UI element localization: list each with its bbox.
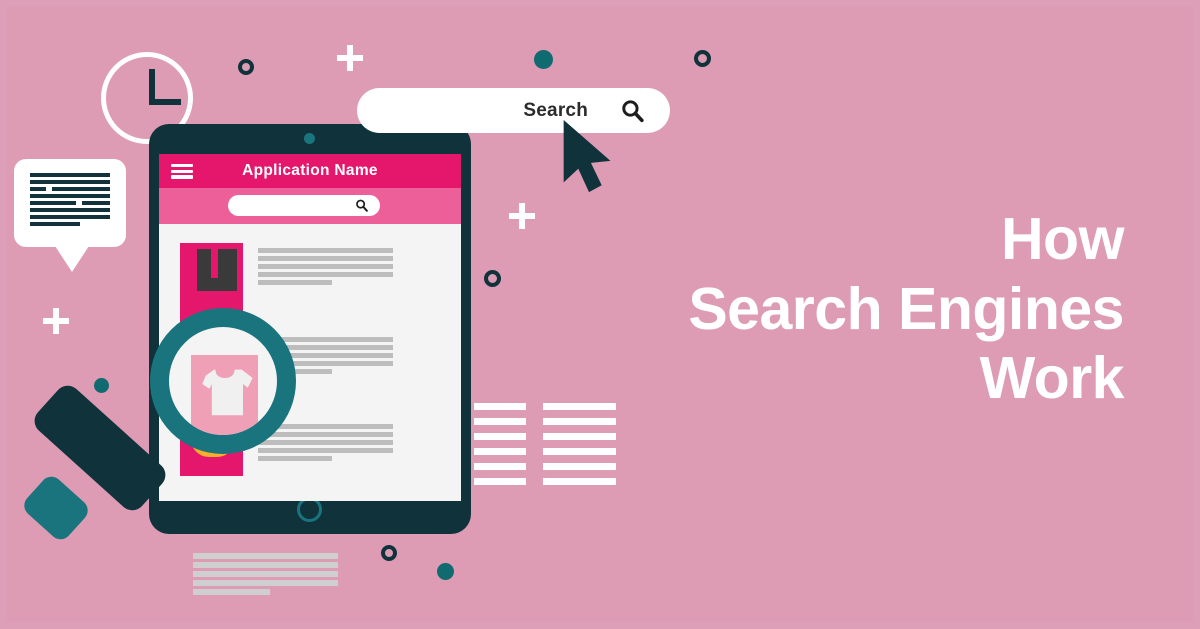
- search-bar[interactable]: Search: [357, 88, 670, 133]
- decor-dot-ring: [381, 545, 397, 561]
- decor-dot-ring: [484, 270, 501, 287]
- result-text-block: [258, 248, 393, 288]
- dark-shirt-notch: [211, 249, 218, 278]
- magnified-tshirt-icon: [202, 369, 253, 416]
- side-bar-column: [543, 403, 616, 501]
- app-search-band: [159, 188, 461, 224]
- decor-plus-icon: [337, 45, 363, 71]
- decor-plus-icon: [509, 203, 535, 229]
- decor-plus-icon: [43, 308, 69, 334]
- decor-dot-ring: [694, 50, 711, 67]
- app-bar: Application Name: [159, 154, 461, 188]
- headline-line-2: Search Engines: [688, 275, 1124, 342]
- magnifying-glass-icon: [150, 308, 296, 454]
- result-text-block: [258, 424, 393, 464]
- headline-line-3: Work: [979, 345, 1125, 412]
- decor-dot-filled: [94, 378, 109, 393]
- page-title: How Search Engines Work: [564, 205, 1124, 414]
- app-title: Application Name: [242, 162, 378, 179]
- headline-line-1: How: [1000, 206, 1125, 272]
- magnifier-icon: [356, 199, 368, 212]
- mouse-pointer-icon: [563, 119, 611, 193]
- illustration-canvas: Application Name Search How Search Engin…: [0, 0, 1200, 629]
- magnifier-icon[interactable]: [620, 98, 645, 123]
- speech-bubble-tail: [55, 246, 89, 272]
- decor-dot-filled: [534, 50, 553, 69]
- app-search-input[interactable]: [227, 195, 380, 216]
- bottom-text-lines: [193, 553, 338, 595]
- speech-bubble-icon: [14, 159, 126, 247]
- decor-dot-ring: [238, 59, 254, 75]
- side-bar-column: [474, 403, 526, 501]
- camera-dot-icon: [304, 133, 315, 144]
- decor-dot-filled: [437, 563, 454, 580]
